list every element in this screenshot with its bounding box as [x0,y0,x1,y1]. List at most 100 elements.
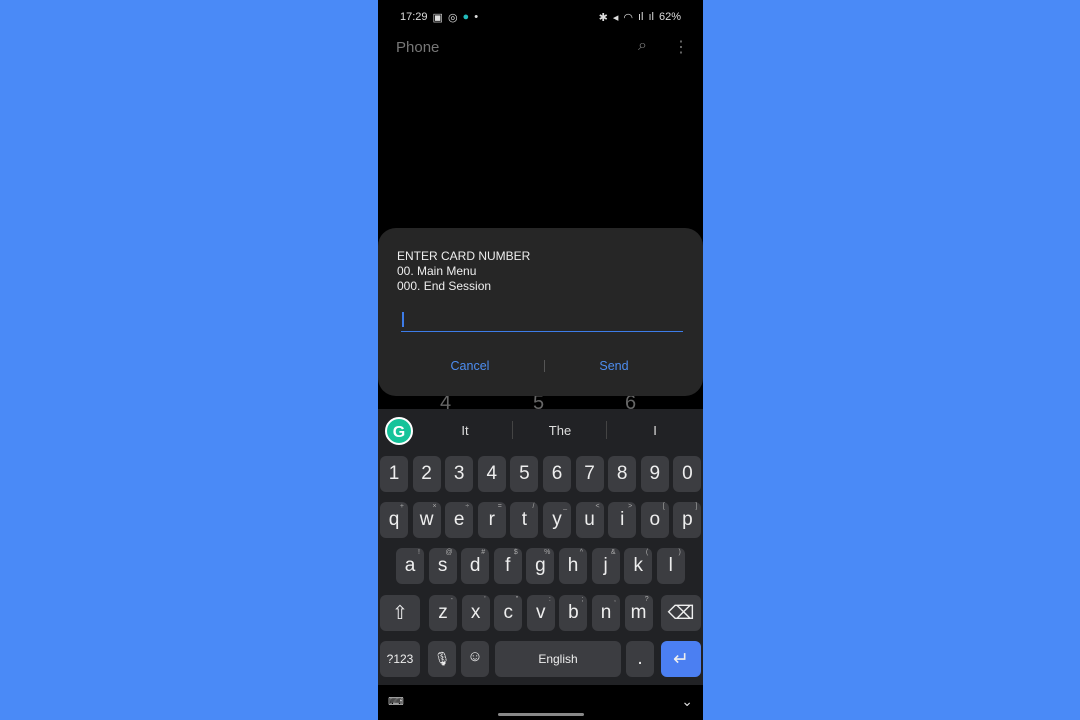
key-label: 9 [649,463,661,484]
key-label: q [388,509,400,530]
letter-key[interactable]: y _ [543,502,571,538]
period-key[interactable]: . [626,641,654,677]
key-label: . [637,648,643,669]
key-label: 6 [551,463,563,484]
home-handle[interactable] [498,713,584,716]
key-secondary: ] [695,503,698,510]
messenger-icon: ● [462,11,470,23]
key-secondary: ( [645,549,649,556]
keyboard: G It The I 1 2 3 4 5 6 7 8 9 0 q + w × e ÷ r = t / y _ u < i > o[p… [378,409,703,685]
voice-input-key[interactable]: 🎙︎ [428,641,456,677]
send-button[interactable]: Send [554,359,674,373]
letter-key[interactable]: f $ [493,548,522,584]
phone-screen: 17:29 ▣ ◎ ● • ✱ ◂ ◠ ıl ıl 62% Phone ⌕ ⋮ 4 5 6 ENT… [378,0,703,720]
letter-key[interactable]: k( [624,548,653,584]
letter-key[interactable]: r = [477,502,506,538]
letter-key[interactable]: v: [526,595,555,631]
letter-key[interactable]: o[ [640,502,669,538]
symbols-key[interactable]: ?123 [380,641,420,677]
status-bar: 17:29 ▣ ◎ ● • ✱ ◂ ◠ ıl ıl 62% [400,8,681,26]
suggestion[interactable]: I [615,423,695,438]
instagram-icon: ◎ [447,11,458,24]
number-key[interactable]: 3 [445,456,474,492]
key-label: ☺ [467,648,483,665]
clock: 17:29 [400,11,428,23]
letter-key[interactable]: h ^ [559,548,587,584]
number-key[interactable]: 5 [510,456,539,492]
letter-key[interactable]: i > [608,502,637,538]
letter-key[interactable]: z- [429,595,457,631]
key-label: 0 [682,463,693,484]
key-secondary: ! [418,549,420,556]
key-label: 1 [388,463,400,484]
letter-key[interactable]: q + [380,502,408,538]
key-label: 5 [519,463,530,484]
number-key[interactable]: 9 [640,456,669,492]
keyboard-switch-icon[interactable]: ⌨ [388,695,404,708]
letter-key[interactable]: m? [624,595,653,631]
backspace-key[interactable]: ⌫ [661,595,701,631]
key-secondary: , [614,596,616,603]
key-secondary: > [628,503,633,510]
number-key[interactable]: 1 [380,456,408,492]
letter-key[interactable]: u < [575,502,604,538]
letter-key[interactable]: l) [656,548,685,584]
number-key[interactable]: 2 [412,456,441,492]
letter-key[interactable]: x ' [461,595,490,631]
key-secondary: ' [484,596,486,603]
card-number-input[interactable] [401,310,683,332]
letter-key[interactable]: j & [591,548,620,584]
key-label: n [600,602,612,623]
shift-key[interactable]: ⇧ [380,595,420,631]
letter-key[interactable]: d # [461,548,490,584]
emoji-key[interactable]: ☺ [461,641,489,677]
search-icon[interactable]: ⌕ [638,37,647,55]
key-label: 4 [486,463,498,484]
divider [544,360,545,372]
ussd-message: ENTER CARD NUMBER 00. Main Menu 000. End… [397,249,531,293]
letter-key[interactable]: b; [559,595,588,631]
letter-key[interactable]: p] [673,502,702,538]
key-label: a [404,555,416,576]
key-label: m [630,602,647,623]
key-label: g [535,555,546,576]
number-key[interactable]: 0 [673,456,702,492]
grammarly-icon[interactable]: G [385,417,413,445]
suggestion[interactable]: It [425,423,505,438]
number-key[interactable]: 6 [543,456,571,492]
key-label: 8 [616,463,628,484]
key-label: English [538,652,578,666]
letter-key[interactable]: c " [494,595,523,631]
space-key[interactable]: English [495,641,621,677]
number-key[interactable]: 8 [608,456,637,492]
key-label: 3 [453,463,465,484]
letter-key[interactable]: s @ [428,548,457,584]
key-label: l [668,555,673,576]
key-label: s [437,555,448,576]
number-key[interactable]: 7 [575,456,604,492]
key-label: z [438,602,448,623]
number-key[interactable]: 4 [477,456,506,492]
cancel-button[interactable]: Cancel [410,359,530,373]
signal-icon: ıl [637,11,644,23]
key-label: b [568,602,579,623]
suggestion[interactable]: The [520,423,600,438]
letter-key[interactable]: n, [592,595,620,631]
divider [512,421,513,439]
key-secondary: % [544,549,551,556]
key-label: 7 [584,463,595,484]
key-secondary: ÷ [465,503,470,510]
letter-key[interactable]: w × [412,502,441,538]
enter-key[interactable]: ↵ [661,641,701,677]
key-secondary: @ [445,549,453,556]
letter-key[interactable]: t / [510,502,539,538]
letter-key[interactable]: g% [526,548,555,584]
key-label: ?123 [386,652,414,666]
hide-keyboard-icon[interactable]: ⌄ [681,693,693,710]
key-secondary: ^ [579,549,583,556]
letter-key[interactable]: a! [396,548,424,584]
text-caret [402,312,404,327]
letter-key[interactable]: e ÷ [445,502,474,538]
more-options-icon[interactable]: ⋮ [673,37,689,57]
key-label: j [603,555,608,576]
